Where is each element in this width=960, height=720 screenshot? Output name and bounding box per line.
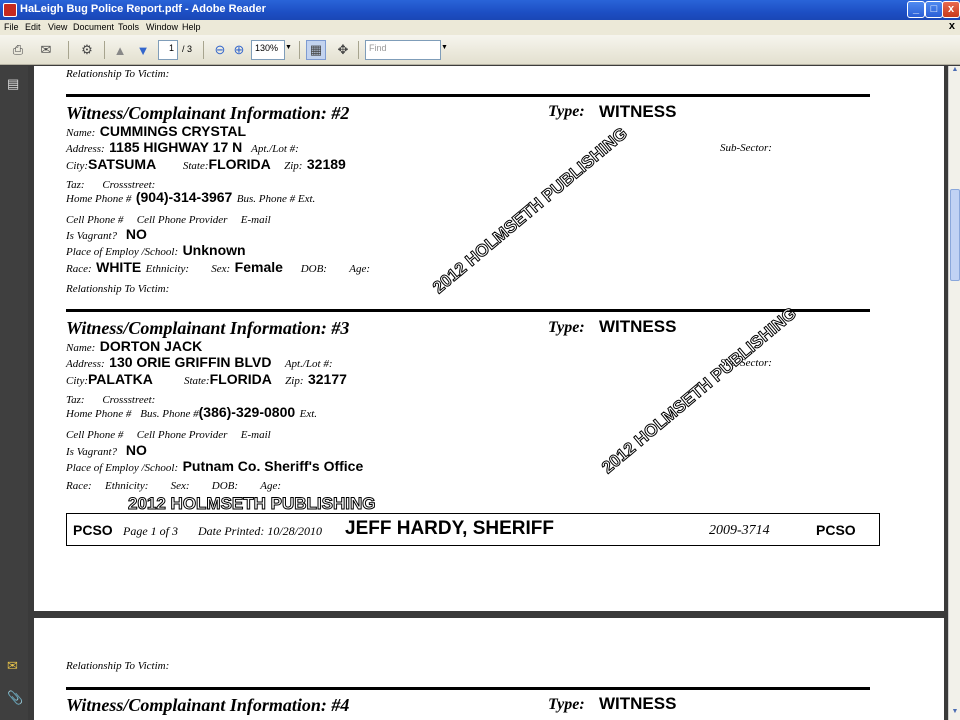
scroll-up-icon[interactable]: ▲: [949, 66, 960, 78]
witness-2-zip: 32189: [306, 156, 346, 172]
footer-page: Page 1 of 3: [123, 524, 178, 538]
witness-2-phone-row: Home Phone # (904)-314-3967 Bus. Phone #…: [66, 189, 316, 205]
witness-2-name: CUMMINGS CRYSTAL: [99, 123, 246, 139]
witness-3-phone-row: Home Phone # Bus. Phone #(386)-329-0800 …: [66, 404, 318, 420]
watermark: 2012 HOLMSETH PUBLISHING: [429, 123, 632, 298]
footer-case-number: 2009-3714: [709, 523, 770, 538]
witness-3-employ-row: Place of Employ /School: Putnam Co. Sher…: [66, 458, 364, 474]
menu-tools[interactable]: Tools: [118, 22, 139, 32]
find-dropdown-icon[interactable]: ▼: [441, 44, 448, 64]
witness-2-race-row: Race: WHITE Ethnicity: Sex: Female DOB: …: [66, 259, 370, 275]
zoom-dropdown-icon[interactable]: ▼: [285, 44, 292, 64]
adobe-reader-icon: [3, 3, 17, 17]
witness-2-vagrant: NO: [125, 226, 147, 242]
page-footer: PCSO Page 1 of 3 Date Printed: 10/28/201…: [66, 513, 880, 546]
footer-agency-left: PCSO: [73, 522, 113, 538]
minimize-button[interactable]: _: [907, 1, 925, 18]
scroll-down-icon[interactable]: ▼: [949, 708, 960, 720]
zoom-out-icon[interactable]: ⊖: [210, 40, 230, 60]
witness-2-address-row: Address: 1185 HIGHWAY 17 N Apt./Lot #:: [66, 139, 299, 155]
email-icon[interactable]: ✉: [36, 40, 56, 60]
fit-width-icon[interactable]: ✥: [333, 40, 353, 60]
watermark: 2012 HOLMSETH PUBLISHING: [128, 494, 376, 514]
collaborate-icon[interactable]: ⚙: [77, 40, 97, 60]
navigation-pane: ▤ ✉ 📎: [0, 66, 28, 720]
zoom-level-input[interactable]: 130%: [251, 40, 285, 60]
witness-2-employ-row: Place of Employ /School: Unknown: [66, 242, 246, 258]
vertical-scrollbar[interactable]: ▲ ▼: [948, 66, 960, 720]
section-divider: [66, 94, 870, 97]
page-number-input[interactable]: 1: [158, 40, 178, 60]
title-bar: HaLeigh Bug Police Report.pdf - Adobe Re…: [0, 0, 960, 20]
menu-edit[interactable]: Edit: [25, 22, 41, 32]
witness-4-title: Witness/Complainant Information: #4: [66, 695, 350, 715]
attachments-icon[interactable]: 📎: [7, 690, 23, 705]
witness-2-home-phone: (904)-314-3967: [135, 189, 233, 205]
witness-3-vagrant: NO: [125, 442, 147, 458]
witness-2-race: WHITE: [96, 259, 142, 275]
witness-3-bus-phone: (386)-329-0800: [198, 404, 296, 420]
menu-document[interactable]: Document: [73, 22, 114, 32]
witness-3-address-row: Address: 130 ORIE GRIFFIN BLVD Apt./Lot …: [66, 354, 333, 370]
comments-icon[interactable]: ✉: [7, 658, 21, 673]
relationship-label: Relationship To Victim:: [66, 68, 170, 80]
witness-2-subsector: Sub-Sector:: [720, 142, 772, 154]
witness-2-type-label: Type:: [548, 103, 585, 120]
pdf-page-2: Relationship To Victim: Witness/Complain…: [34, 618, 944, 720]
page-total: / 3: [182, 44, 193, 54]
print-icon[interactable]: ⎙: [8, 40, 28, 60]
witness-2-state: FLORIDA: [208, 156, 271, 172]
menu-window[interactable]: Window: [146, 22, 178, 32]
toolbar: ⎙ ✉ ⚙ ▲ ▼ 1 / 3 ⊖ ⊕ 130% ▼ ▦ ✥ Find ▼: [0, 35, 960, 65]
maximize-button[interactable]: □: [925, 1, 943, 18]
witness-4-type: WITNESS: [599, 694, 677, 713]
document-viewer[interactable]: Relationship To Victim: Witness/Complain…: [28, 66, 948, 720]
witness-3-state: FLORIDA: [209, 371, 272, 387]
witness-3-type-label: Type:: [548, 319, 585, 336]
witness-2-city-row: City:SATSUMA State:FLORIDA Zip: 32189: [66, 156, 346, 172]
witness-3-zip: 32177: [307, 371, 347, 387]
menu-file[interactable]: File: [4, 22, 19, 32]
witness-3-city: PALATKA: [88, 371, 153, 387]
window-title: HaLeigh Bug Police Report.pdf - Adobe Re…: [20, 3, 266, 15]
witness-3-title: Witness/Complainant Information: #3: [66, 318, 350, 338]
witness-2-employ: Unknown: [182, 242, 246, 258]
pages-icon[interactable]: ▤: [7, 76, 21, 91]
witness-2-address: 1185 HIGHWAY 17 N: [109, 139, 243, 155]
witness-3-address: 130 ORIE GRIFFIN BLVD: [109, 354, 272, 370]
witness-2-title: Witness/Complainant Information: #2: [66, 103, 350, 123]
witness-4-type-label: Type:: [548, 696, 585, 713]
find-input[interactable]: Find: [365, 40, 441, 60]
witness-3-city-row: City:PALATKA State:FLORIDA Zip: 32177: [66, 371, 347, 387]
section-divider: [66, 687, 870, 690]
menu-bar: File Edit View Document Tools Window Hel…: [0, 20, 960, 35]
witness-3-employ: Putnam Co. Sheriff's Office: [182, 458, 364, 474]
footer-sheriff: JEFF HARDY, SHERIFF: [345, 518, 555, 539]
witness-3-name: DORTON JACK: [99, 338, 203, 354]
menu-help[interactable]: Help: [182, 22, 201, 32]
previous-page-icon[interactable]: ▲: [110, 40, 130, 60]
section-divider: [66, 309, 870, 312]
witness-2-city: SATSUMA: [88, 156, 157, 172]
witness-3-cell-row: Cell Phone # Cell Phone Provider E-mail: [66, 429, 271, 441]
next-page-icon[interactable]: ▼: [133, 40, 153, 60]
fit-page-icon[interactable]: ▦: [306, 40, 326, 60]
close-button[interactable]: x: [942, 1, 960, 18]
document-close-button[interactable]: x: [949, 20, 955, 32]
witness-3-race-row: Race: Ethnicity: Sex: DOB: Age:: [66, 480, 282, 492]
menu-view[interactable]: View: [48, 22, 67, 32]
pdf-page-1: Relationship To Victim: Witness/Complain…: [34, 66, 944, 611]
zoom-in-icon[interactable]: ⊕: [229, 40, 249, 60]
witness-2-sex: Female: [234, 259, 283, 275]
scrollbar-thumb[interactable]: [950, 189, 960, 281]
footer-agency-right: PCSO: [816, 522, 856, 538]
witness-2-type: WITNESS: [599, 102, 677, 121]
witness-3-type: WITNESS: [599, 317, 677, 336]
page-2-relationship-label: Relationship To Victim:: [66, 660, 170, 672]
witness-2-relationship: Relationship To Victim:: [66, 283, 170, 295]
footer-date-printed: Date Printed: 10/28/2010: [198, 524, 322, 538]
